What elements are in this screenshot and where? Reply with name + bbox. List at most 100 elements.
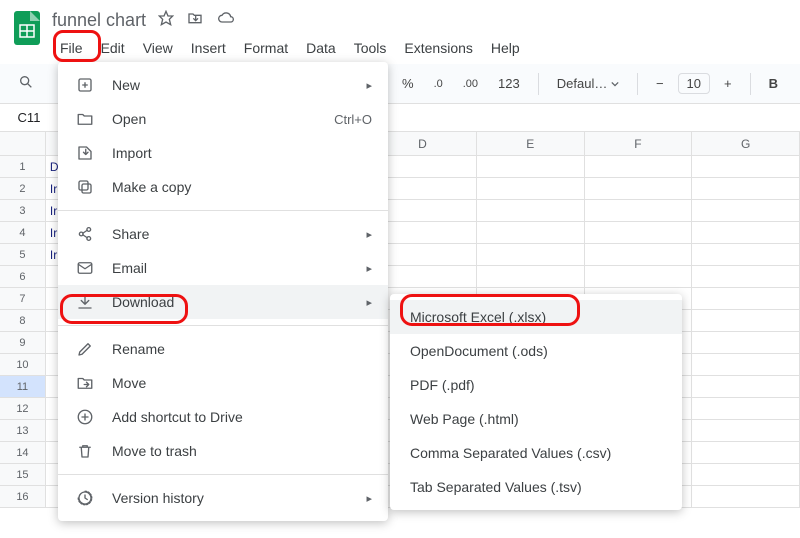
- cell[interactable]: [692, 222, 800, 244]
- row-header[interactable]: 9: [0, 332, 46, 354]
- cell[interactable]: [692, 486, 800, 508]
- cell[interactable]: [477, 178, 585, 200]
- cell[interactable]: [585, 178, 693, 200]
- cell[interactable]: [692, 200, 800, 222]
- download-option[interactable]: OpenDocument (.ods): [390, 334, 682, 368]
- cell[interactable]: [585, 200, 693, 222]
- download-option[interactable]: PDF (.pdf): [390, 368, 682, 402]
- menu-bar: FileEditViewInsertFormatDataToolsExtensi…: [52, 36, 528, 60]
- cell[interactable]: [692, 266, 800, 288]
- cell[interactable]: [477, 266, 585, 288]
- download-option[interactable]: Comma Separated Values (.csv): [390, 436, 682, 470]
- file-menu-new[interactable]: New▸: [58, 68, 388, 102]
- doc-title[interactable]: funnel chart: [52, 10, 146, 31]
- font-size-increase[interactable]: +: [718, 72, 738, 95]
- file-menu-import[interactable]: Import: [58, 136, 388, 170]
- cell[interactable]: [692, 464, 800, 486]
- folder-icon: [74, 108, 96, 130]
- cell[interactable]: [692, 178, 800, 200]
- bold-button[interactable]: B: [763, 72, 784, 95]
- row-header[interactable]: 10: [0, 354, 46, 376]
- search-icon[interactable]: [12, 70, 40, 97]
- cell[interactable]: [692, 156, 800, 178]
- increase-decimal[interactable]: .00: [457, 74, 484, 94]
- cell[interactable]: [585, 222, 693, 244]
- menu-file[interactable]: File: [52, 36, 91, 60]
- font-selector[interactable]: Defaul…: [551, 72, 625, 95]
- row-header[interactable]: 12: [0, 398, 46, 420]
- row-header[interactable]: 16: [0, 486, 46, 508]
- percent-format[interactable]: %: [396, 72, 420, 95]
- menu-data[interactable]: Data: [298, 36, 344, 60]
- cell[interactable]: [585, 156, 693, 178]
- file-menu-email[interactable]: Email▸: [58, 251, 388, 285]
- font-size-decrease[interactable]: −: [650, 72, 670, 95]
- menu-view[interactable]: View: [135, 36, 181, 60]
- cell[interactable]: [692, 244, 800, 266]
- file-menu-make-a-copy[interactable]: Make a copy: [58, 170, 388, 204]
- menu-item-label: Move to trash: [112, 443, 372, 459]
- col-header-E[interactable]: E: [477, 132, 585, 155]
- file-menu-add-shortcut-to-drive[interactable]: Add shortcut to Drive: [58, 400, 388, 434]
- file-menu-download[interactable]: Download▸: [58, 285, 388, 319]
- row-header[interactable]: 14: [0, 442, 46, 464]
- menu-format[interactable]: Format: [236, 36, 296, 60]
- menu-edit[interactable]: Edit: [93, 36, 133, 60]
- row-header[interactable]: 7: [0, 288, 46, 310]
- cell[interactable]: [692, 398, 800, 420]
- cell[interactable]: [692, 442, 800, 464]
- row-header[interactable]: 1: [0, 156, 46, 178]
- font-size-input[interactable]: 10: [678, 73, 710, 94]
- file-menu-move[interactable]: Move: [58, 366, 388, 400]
- file-menu-version-history[interactable]: Version history▸: [58, 481, 388, 515]
- row-header[interactable]: 2: [0, 178, 46, 200]
- row-header[interactable]: 8: [0, 310, 46, 332]
- cell[interactable]: [692, 288, 800, 310]
- history-icon: [74, 487, 96, 509]
- title-area: funnel chart FileEditViewInsertFormatDat…: [52, 8, 528, 60]
- select-all-corner[interactable]: [0, 132, 46, 155]
- name-box[interactable]: C11: [0, 110, 50, 125]
- cell[interactable]: [477, 244, 585, 266]
- menu-tools[interactable]: Tools: [346, 36, 395, 60]
- menu-insert[interactable]: Insert: [183, 36, 234, 60]
- decrease-decimal[interactable]: .0: [428, 74, 449, 94]
- file-menu-move-to-trash[interactable]: Move to trash: [58, 434, 388, 468]
- cell[interactable]: [477, 200, 585, 222]
- cell[interactable]: [692, 354, 800, 376]
- cloud-icon[interactable]: [216, 10, 236, 31]
- file-menu-share[interactable]: Share▸: [58, 217, 388, 251]
- import-icon: [74, 142, 96, 164]
- row-header[interactable]: 15: [0, 464, 46, 486]
- row-header[interactable]: 4: [0, 222, 46, 244]
- move-folder-icon[interactable]: [186, 10, 204, 31]
- cell[interactable]: [477, 222, 585, 244]
- cell[interactable]: [585, 266, 693, 288]
- file-menu-rename[interactable]: Rename: [58, 332, 388, 366]
- share-icon: [74, 223, 96, 245]
- sheets-logo[interactable]: [12, 8, 42, 48]
- col-header-F[interactable]: F: [585, 132, 693, 155]
- submenu-caret-icon: ▸: [366, 79, 372, 92]
- download-option[interactable]: Microsoft Excel (.xlsx): [390, 300, 682, 334]
- download-option[interactable]: Tab Separated Values (.tsv): [390, 470, 682, 504]
- cell[interactable]: [477, 156, 585, 178]
- file-menu-open[interactable]: OpenCtrl+O: [58, 102, 388, 136]
- star-icon[interactable]: [158, 10, 174, 31]
- row-header[interactable]: 5: [0, 244, 46, 266]
- cell[interactable]: [585, 244, 693, 266]
- cell[interactable]: [692, 420, 800, 442]
- download-option[interactable]: Web Page (.html): [390, 402, 682, 436]
- row-header[interactable]: 13: [0, 420, 46, 442]
- cell[interactable]: [692, 376, 800, 398]
- menu-extensions[interactable]: Extensions: [396, 36, 480, 60]
- format-123[interactable]: 123: [492, 72, 526, 95]
- row-header[interactable]: 3: [0, 200, 46, 222]
- cell[interactable]: [692, 310, 800, 332]
- cell[interactable]: [692, 332, 800, 354]
- row-header[interactable]: 6: [0, 266, 46, 288]
- col-header-G[interactable]: G: [692, 132, 800, 155]
- menu-help[interactable]: Help: [483, 36, 528, 60]
- menu-item-label: Download: [112, 294, 366, 310]
- row-header[interactable]: 11: [0, 376, 46, 398]
